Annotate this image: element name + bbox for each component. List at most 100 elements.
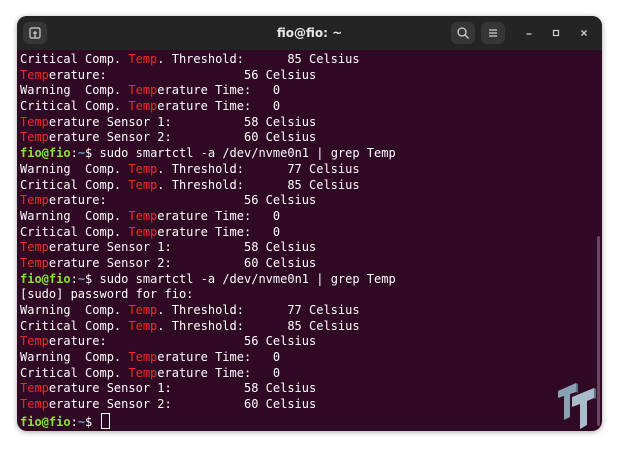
match-highlight: Temp — [20, 334, 49, 349]
output-text: Warning Comp. — [20, 208, 129, 223]
prompt-sign: $ — [85, 146, 100, 161]
match-highlight: Temp — [128, 350, 158, 365]
close-button[interactable] — [575, 24, 593, 42]
minimize-button[interactable] — [520, 24, 538, 42]
output-line: Temperature: 56 Celsius — [20, 68, 592, 84]
prompt-line: fio@fio:~$ sudo smartctl -a /dev/nvme0n1… — [20, 272, 592, 288]
output-text: erature Sensor 1: 58 Celsius — [48, 240, 317, 255]
terminal-output[interactable]: Critical Comp. Temp. Threshold: 85 Celsi… — [20, 52, 592, 431]
new-tab-button[interactable] — [23, 22, 47, 44]
prompt-path: ~ — [77, 414, 86, 429]
output-line: Temperature: 56 Celsius — [20, 193, 592, 209]
prompt-sign: $ — [85, 271, 100, 286]
output-line: Critical Comp. Temperature Time: 0 — [20, 99, 592, 115]
tt-logo-icon — [558, 383, 596, 429]
match-highlight: Temp — [20, 130, 49, 145]
output-text: erature Time: 0 — [157, 83, 281, 98]
output-text: erature Sensor 1: 58 Celsius — [48, 381, 317, 396]
output-line: Critical Comp. Temp. Threshold: 85 Celsi… — [20, 319, 592, 335]
output-line: Warning Comp. Temp. Threshold: 77 Celsiu… — [20, 303, 592, 319]
output-line: Temperature Sensor 1: 58 Celsius — [20, 381, 592, 397]
match-highlight: Temp — [128, 318, 158, 333]
match-highlight: Temp — [128, 161, 158, 176]
output-text: . Threshold: 77 Celsius — [157, 303, 360, 317]
output-text: . Threshold: 77 Celsius — [157, 161, 360, 176]
output-line: Warning Comp. Temperature Time: 0 — [20, 83, 592, 99]
minimize-icon — [526, 33, 532, 35]
match-highlight: Temp — [128, 52, 158, 66]
output-line: Temperature: 56 Celsius — [20, 334, 592, 350]
prompt-path: ~ — [77, 146, 86, 161]
output-text: erature: 56 Celsius — [48, 67, 317, 82]
output-text: Warning Comp. — [20, 350, 129, 365]
maximize-button[interactable] — [547, 24, 565, 42]
search-button[interactable] — [451, 22, 475, 44]
prompt-line: fio@fio:~$ — [20, 412, 592, 429]
menu-button[interactable] — [481, 22, 505, 44]
prompt-path: ~ — [77, 271, 86, 286]
output-line: [sudo] password for fio: — [20, 287, 592, 303]
match-highlight: Temp — [128, 177, 158, 192]
output-line: Warning Comp. Temp. Threshold: 77 Celsiu… — [20, 162, 592, 178]
output-line: Warning Comp. Temperature Time: 0 — [20, 350, 592, 366]
window-title: fio@fio: ~ — [276, 26, 343, 40]
prompt-user: fio@fio — [20, 414, 71, 429]
terminal-window: fio@fio: ~ Critical Comp. Temp. Threshol… — [17, 16, 602, 431]
prompt-separator: : — [70, 271, 78, 286]
output-line: Temperature Sensor 2: 60 Celsius — [20, 397, 592, 413]
match-highlight: Temp — [128, 224, 158, 239]
prompt-line: fio@fio:~$ sudo smartctl -a /dev/nvme0n1… — [20, 146, 592, 162]
match-highlight: Temp — [128, 99, 158, 114]
search-icon — [457, 27, 469, 39]
output-text: Critical Comp. — [20, 318, 129, 333]
match-highlight: Temp — [128, 303, 158, 317]
output-line: Critical Comp. Temp. Threshold: 85 Celsi… — [20, 178, 592, 194]
output-text: Critical Comp. — [20, 224, 129, 239]
close-icon — [581, 30, 587, 36]
text-cursor — [100, 412, 110, 429]
output-text: . Threshold: 85 Celsius — [157, 318, 360, 333]
command-text: sudo smartctl -a /dev/nvme0n1 | grep Tem… — [99, 271, 396, 286]
output-text: . Threshold: 85 Celsius — [157, 177, 360, 192]
output-line: Critical Comp. Temp. Threshold: 85 Celsi… — [20, 52, 592, 68]
match-highlight: Temp — [128, 208, 158, 223]
match-highlight: Temp — [20, 240, 49, 255]
output-text: Warning Comp. — [20, 83, 129, 98]
output-line: Temperature Sensor 2: 60 Celsius — [20, 130, 592, 146]
output-text: [sudo] password for fio: — [20, 287, 194, 302]
output-text: erature: 56 Celsius — [48, 193, 317, 208]
output-text: erature Time: 0 — [157, 350, 281, 365]
output-line: Temperature Sensor 1: 58 Celsius — [20, 115, 592, 131]
hamburger-menu-icon — [489, 29, 497, 37]
match-highlight: Temp — [20, 381, 49, 396]
output-text: erature Time: 0 — [157, 365, 281, 380]
output-text: . Threshold: 85 Celsius — [157, 52, 360, 66]
prompt-separator: : — [70, 146, 78, 161]
output-line: Critical Comp. Temperature Time: 0 — [20, 366, 592, 382]
prompt-user: fio@fio — [20, 271, 71, 286]
output-text: Critical Comp. — [20, 177, 129, 192]
output-line: Critical Comp. Temperature Time: 0 — [20, 225, 592, 241]
command-text: sudo smartctl -a /dev/nvme0n1 | grep Tem… — [99, 146, 396, 161]
output-text: erature Time: 0 — [157, 99, 281, 114]
output-text: erature Sensor 2: 60 Celsius — [48, 397, 317, 412]
output-text: Warning Comp. — [20, 303, 129, 317]
output-line: Temperature Sensor 1: 58 Celsius — [20, 240, 592, 256]
match-highlight: Temp — [20, 193, 49, 208]
output-line: Temperature Sensor 2: 60 Celsius — [20, 256, 592, 272]
output-text: erature Sensor 1: 58 Celsius — [48, 114, 317, 129]
match-highlight: Temp — [128, 83, 158, 98]
prompt-user: fio@fio — [20, 146, 71, 161]
match-highlight: Temp — [20, 255, 49, 270]
match-highlight: Temp — [20, 397, 49, 412]
output-text: erature Sensor 2: 60 Celsius — [48, 130, 317, 145]
output-text: Critical Comp. — [20, 365, 129, 380]
output-line: Warning Comp. Temperature Time: 0 — [20, 209, 592, 225]
output-text: erature Time: 0 — [157, 208, 281, 223]
output-text: erature Sensor 2: 60 Celsius — [48, 255, 317, 270]
match-highlight: Temp — [128, 365, 158, 380]
title-bar[interactable]: fio@fio: ~ — [17, 16, 602, 50]
maximize-icon — [552, 29, 560, 37]
output-text: Warning Comp. — [20, 161, 129, 176]
match-highlight: Temp — [20, 114, 49, 129]
